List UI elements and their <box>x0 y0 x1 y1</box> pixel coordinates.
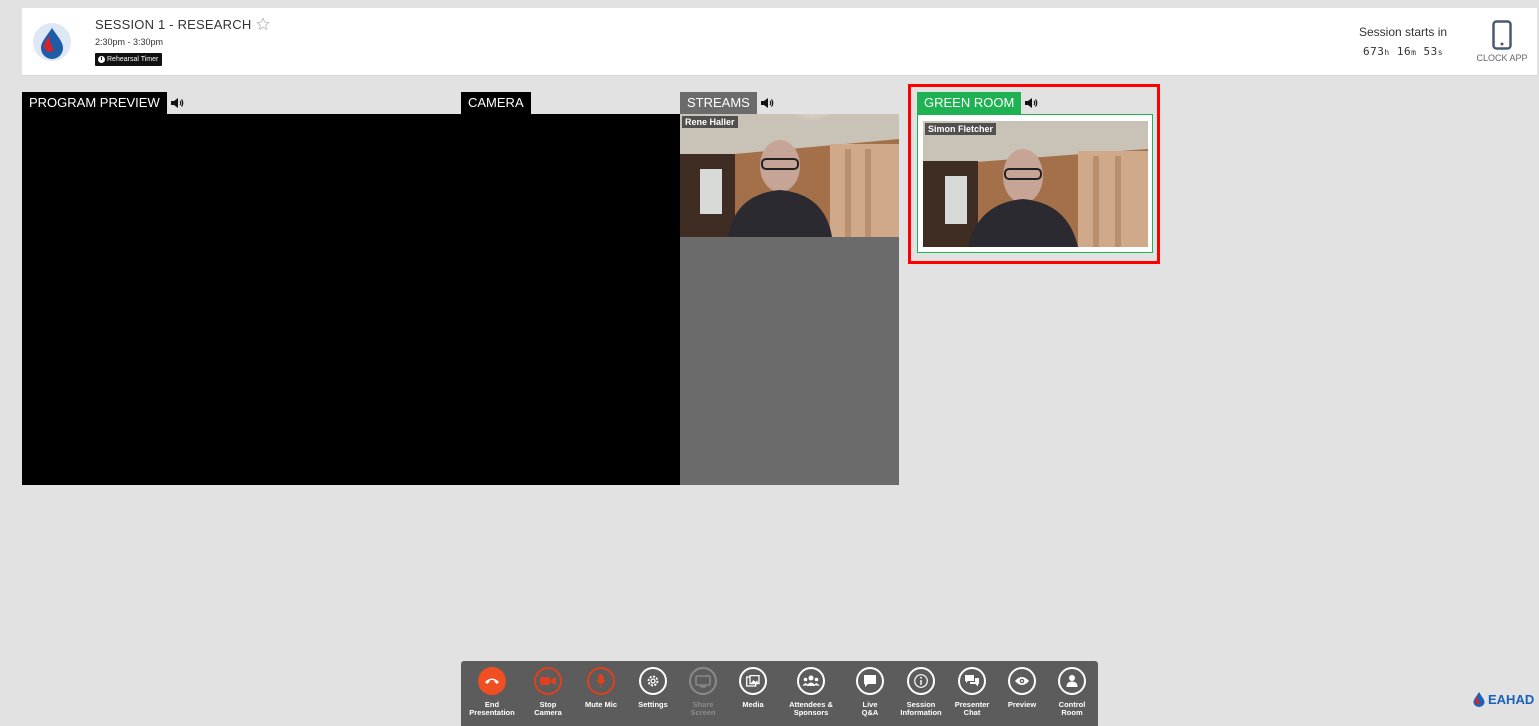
webcam-video-frame <box>923 121 1148 247</box>
brand-logo: EAHAD <box>1472 691 1534 707</box>
presenter-toolbar: End Presentation Stop Camera Mute Mic Sett… <box>461 661 1098 726</box>
media-label: Media <box>742 700 764 709</box>
control-room-label-2: Room <box>1061 708 1083 717</box>
event-logo <box>33 23 71 61</box>
media-icon <box>739 667 767 695</box>
preview-label: Preview <box>1007 700 1037 709</box>
stop-camera-button[interactable]: Stop Camera <box>520 667 576 717</box>
countdown-minutes: 16 <box>1396 45 1412 58</box>
user-icon <box>1058 667 1086 695</box>
rehearsal-timer-badge[interactable]: Rehearsal Timer <box>95 53 163 66</box>
end-presentation-button[interactable]: End Presentation <box>464 667 520 717</box>
program-preview-label: PROGRAM PREVIEW <box>22 92 167 114</box>
stop-camera-label-2: Camera <box>534 708 562 717</box>
session-information-button[interactable]: Session Information <box>893 667 949 717</box>
control-room-button[interactable]: Control Room <box>1044 667 1100 717</box>
rehearsal-timer-label: Rehearsal Timer <box>107 56 159 63</box>
live-qa-label-2: Q&A <box>861 708 879 717</box>
session-title: SESSION 1 - RESEARCH <box>95 17 252 32</box>
session-starts-label: Session starts in <box>1359 25 1448 39</box>
participant-name: Simon Fletcher <box>925 123 997 135</box>
clock-icon <box>98 56 105 63</box>
brand-text: EAHAD <box>1488 691 1535 707</box>
session-time: 2:30pm - 3:30pm <box>95 37 164 47</box>
clock-app-label: CLOCK APP <box>1476 53 1528 63</box>
video-camera-icon <box>534 667 562 695</box>
clock-app-button[interactable]: CLOCK APP <box>1470 20 1534 63</box>
share-screen-button[interactable]: Share Screen <box>675 667 731 717</box>
participant-name: Rene Haller <box>682 116 738 128</box>
countdown-seconds-unit: s <box>1437 48 1444 57</box>
webcam-video-frame <box>680 114 899 237</box>
mute-mic-button[interactable]: Mute Mic <box>573 667 629 709</box>
green-room-video-tile[interactable]: Simon Fletcher <box>923 121 1148 247</box>
live-qa-button[interactable]: Live Q&A <box>842 667 898 717</box>
presenter-chat-label-2: Chat <box>963 708 981 717</box>
attendees-sponsors-button[interactable]: Attendees & Sponsors <box>783 667 839 717</box>
stream-video-tile[interactable]: Rene Haller <box>680 114 899 237</box>
countdown-hours-unit: h <box>1384 48 1390 57</box>
countdown-seconds: 53 <box>1423 45 1438 58</box>
end-label-2: Presentation <box>469 708 515 717</box>
preview-button[interactable]: Preview <box>994 667 1050 709</box>
green-room-label: GREEN ROOM <box>917 92 1022 114</box>
speaker-icon[interactable] <box>760 97 774 109</box>
mute-mic-label: Mute Mic <box>584 700 618 709</box>
streams-label: STREAMS <box>680 92 757 114</box>
camera-label: CAMERA <box>461 92 531 114</box>
countdown-hours: 673 <box>1363 45 1385 58</box>
program-preview-video <box>22 114 680 485</box>
mobile-phone-icon <box>1492 20 1512 50</box>
chat-bubbles-icon <box>958 667 986 695</box>
phone-hangup-icon <box>478 667 506 695</box>
people-icon <box>797 667 825 695</box>
info-icon <box>907 667 935 695</box>
gear-icon <box>639 667 667 695</box>
favorite-star-icon[interactable] <box>256 17 270 31</box>
settings-button[interactable]: Settings <box>625 667 681 709</box>
presenter-chat-button[interactable]: Presenter Chat <box>944 667 1000 717</box>
attendees-label-2: Sponsors <box>793 708 829 717</box>
session-countdown: 673h 16m 53s <box>1363 45 1443 58</box>
speaker-icon[interactable] <box>1024 97 1038 109</box>
session-header: SESSION 1 - RESEARCH 2:30pm - 3:30pm Reh… <box>22 8 1537 76</box>
microphone-icon <box>587 667 615 695</box>
speaker-icon[interactable] <box>170 97 184 109</box>
session-info-label-2: Information <box>900 708 942 717</box>
settings-label: Settings <box>638 700 668 709</box>
share-label-2: Screen <box>690 708 716 717</box>
countdown-minutes-unit: m <box>1411 48 1417 57</box>
media-button[interactable]: Media <box>725 667 781 709</box>
monitor-icon <box>689 667 717 695</box>
drop-logo-icon <box>1473 692 1485 707</box>
eye-icon <box>1008 667 1036 695</box>
speech-bubble-icon <box>856 667 884 695</box>
